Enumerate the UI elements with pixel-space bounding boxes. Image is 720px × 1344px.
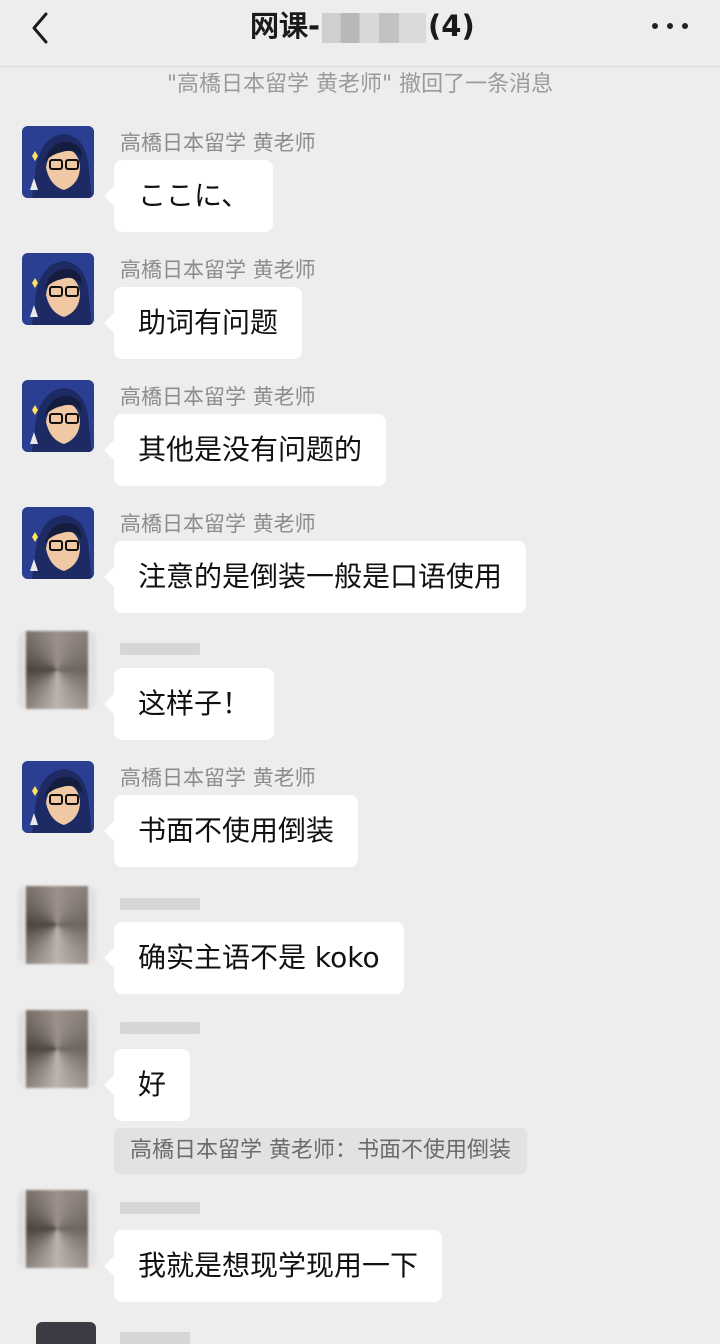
- title-redacted-block: [322, 13, 427, 43]
- sender-name-redacted: [120, 1202, 200, 1214]
- sender-name: 高橋日本留学 黄老师: [120, 131, 316, 155]
- sender-name-redacted: [120, 898, 200, 910]
- user-avatar-blurred[interactable]: [18, 631, 96, 709]
- sender-name: 高橋日本留学 黄老师: [120, 766, 316, 790]
- more-options-icon[interactable]: [650, 16, 690, 36]
- teacher-avatar[interactable]: [22, 126, 94, 198]
- teacher-avatar[interactable]: [22, 507, 94, 579]
- user-avatar-blurred[interactable]: [18, 1010, 96, 1088]
- sender-name: 高橋日本留学 黄老师: [120, 512, 316, 536]
- sender-name: 高橋日本留学 黄老师: [120, 258, 316, 282]
- teacher-avatar[interactable]: [22, 253, 94, 325]
- message-bubble[interactable]: ここに、: [103, 160, 274, 232]
- message-bubble[interactable]: 确实主语不是 koko: [104, 922, 404, 994]
- message-bubble[interactable]: 这样子！: [103, 668, 275, 740]
- message-bubble[interactable]: 书面不使用倒装: [103, 795, 359, 867]
- user-avatar-blurred[interactable]: [18, 1190, 96, 1268]
- sender-name-redacted: [120, 643, 200, 655]
- message-bubble[interactable]: 好: [103, 1049, 191, 1121]
- next-message-avatar[interactable]: [36, 1322, 96, 1344]
- back-chevron-icon[interactable]: [26, 8, 56, 48]
- teacher-avatar[interactable]: [22, 380, 94, 452]
- recall-notice: "高橋日本留学 黄老师" 撤回了一条消息: [166, 72, 554, 97]
- message-bubble[interactable]: 注意的是倒装一般是口语使用: [103, 541, 527, 613]
- top-bar: 网课- (4): [0, 0, 720, 67]
- message-bubble[interactable]: 其他是没有问题的: [103, 414, 387, 486]
- sender-name-redacted: [120, 1022, 200, 1034]
- chat-title: 网课- (4): [250, 8, 475, 44]
- sender-name: 高橋日本留学 黄老师: [120, 385, 316, 409]
- chat-title-prefix: 网课-: [250, 9, 321, 43]
- message-bubble[interactable]: 我就是想现学现用一下: [103, 1230, 443, 1302]
- teacher-avatar[interactable]: [22, 761, 94, 833]
- message-bubble[interactable]: 助词有问题: [103, 287, 303, 359]
- next-message-sender-redacted: [120, 1332, 190, 1344]
- user-avatar-blurred[interactable]: [18, 886, 96, 964]
- chat-member-count: (4): [428, 9, 475, 43]
- quoted-message[interactable]: 高橋日本留学 黄老师：书面不使用倒装: [114, 1128, 527, 1174]
